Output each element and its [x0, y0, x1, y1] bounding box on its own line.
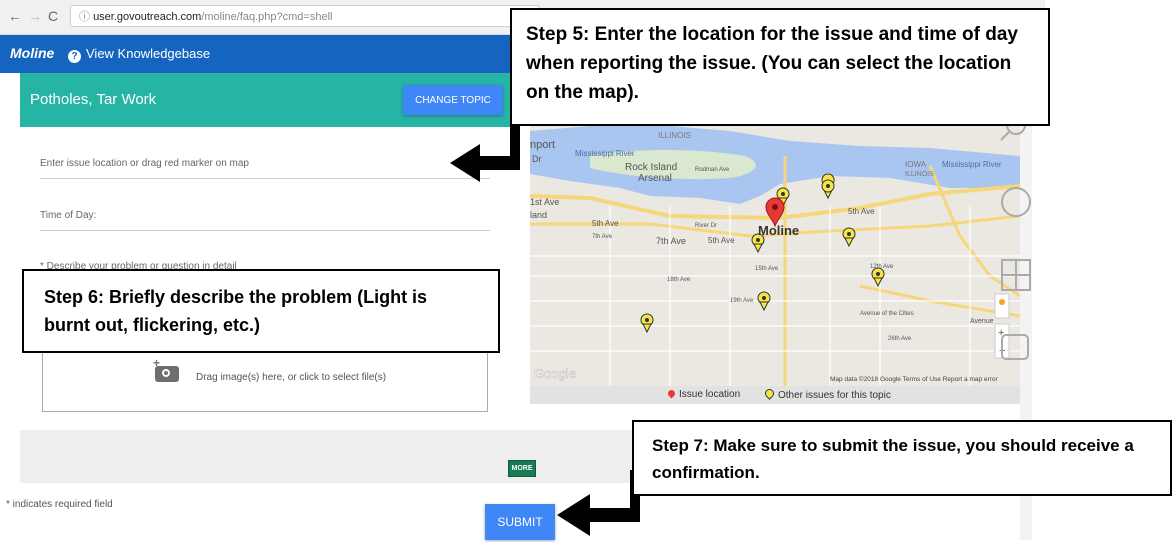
location-input[interactable]: Enter issue location or drag red marker …: [40, 158, 249, 169]
camera-icon: [155, 366, 179, 382]
legend-issue-location: Issue location: [666, 388, 741, 400]
back-arrow-icon[interactable]: ←: [8, 8, 22, 24]
map-label-arsenal: Arsenal: [638, 173, 672, 184]
map-label-7th-ave: 7th Ave: [656, 236, 686, 246]
map-label-15th-ave: 15th Ave: [755, 266, 779, 272]
map-label-19th-ave: 19th Ave: [730, 298, 754, 304]
view-knowledgebase-link[interactable]: ? View Knowledgebase: [68, 46, 210, 63]
upload-text: Drag image(s) here, or click to select f…: [196, 372, 387, 383]
issue-location-marker[interactable]: [765, 197, 785, 228]
topic-bar: Potholes, Tar Work CHANGE TOPIC: [20, 73, 510, 127]
issue-map[interactable]: nport Dr Mississippi River ILLINOIS Rock…: [530, 126, 1020, 386]
side-icons: [1000, 115, 1031, 360]
other-issue-pin[interactable]: [640, 313, 654, 334]
other-issue-pin[interactable]: [757, 291, 771, 312]
legend-other-issues: Other issues for this topic: [763, 387, 891, 401]
map-label-illinois-right: ILLINOIS: [905, 171, 934, 178]
map-attribution: Map data ©2018 Google Terms of Use Repor…: [830, 375, 998, 383]
map-legend: Issue location Other issues for this top…: [530, 386, 1020, 404]
info-icon: ⓘ: [79, 11, 94, 23]
map-label-5th-ave-right: 5th Ave: [848, 207, 875, 216]
yellow-pin-icon: [763, 387, 776, 400]
google-logo: Google: [534, 366, 576, 381]
more-button[interactable]: MORE: [508, 460, 536, 477]
url-host: user.govoutreach.com: [93, 11, 202, 23]
required-field-note: * indicates required field: [6, 499, 113, 510]
map-label-26th-ave: 26th Ave: [888, 336, 912, 342]
map-label-7th-ave-left: 7th Ave: [592, 234, 613, 240]
map-label-land: land: [530, 210, 547, 220]
other-issue-pin[interactable]: [871, 267, 885, 288]
kb-link-label: View Knowledgebase: [86, 46, 211, 61]
map-label-rock-island: Rock Island: [625, 162, 677, 173]
time-underline: [40, 230, 490, 231]
task-view-icon[interactable]: [1001, 187, 1031, 217]
legend-issue-label: Issue location: [679, 389, 741, 400]
location-underline: [40, 178, 490, 179]
map-label-5th-ave-mid: 5th Ave: [708, 236, 735, 245]
time-of-day-input[interactable]: Time of Day:: [40, 210, 96, 221]
map-canvas: nport Dr Mississippi River ILLINOIS Rock…: [530, 126, 1020, 386]
map-label-iowa: IOWA: [905, 160, 927, 169]
map-label-18th-ave: 18th Ave: [667, 277, 691, 283]
url-path: /moline/faq.php?cmd=shell: [201, 11, 333, 23]
map-label-moline: Moline: [758, 223, 799, 238]
address-bar[interactable]: ⓘ user.govoutreach.com/moline/faq.php?cm…: [70, 5, 540, 27]
tablet-icon[interactable]: [1001, 334, 1029, 360]
map-label-river-right: Mississippi River: [942, 160, 1002, 169]
map-label-avenue-cities: Avenue of the Cities: [860, 311, 914, 317]
help-icon: ?: [68, 50, 81, 63]
submit-button[interactable]: SUBMIT: [485, 504, 555, 540]
other-issue-pin[interactable]: [821, 173, 835, 200]
other-issue-pin[interactable]: [842, 227, 856, 248]
reload-icon[interactable]: C: [48, 8, 58, 24]
legend-other-label: Other issues for this topic: [778, 390, 891, 401]
map-label-rodman: Rodman Ave: [695, 167, 730, 173]
step7-callout: Step 7: Make sure to submit the issue, y…: [632, 420, 1172, 496]
map-label-12th-ave: 12th Ave: [870, 264, 894, 270]
map-label-river-dr: River Dr: [695, 223, 717, 229]
map-label-5th-ave-left: 5th Ave: [592, 219, 619, 228]
map-label-avenue-right: Avenue: [970, 318, 994, 325]
map-label-river: Mississippi River: [575, 149, 635, 158]
step5-callout: Step 5: Enter the location for the issue…: [510, 8, 1050, 126]
map-label-illinois: ILLINOIS: [658, 131, 691, 140]
step6-callout: Step 6: Briefly describe the problem (Li…: [22, 269, 500, 353]
brand-logo[interactable]: Moline: [10, 45, 54, 61]
topic-title: Potholes, Tar Work: [30, 91, 157, 108]
other-issue-pins: [640, 173, 885, 334]
red-pin-icon: [666, 388, 677, 399]
forward-arrow-icon[interactable]: →: [28, 8, 42, 24]
